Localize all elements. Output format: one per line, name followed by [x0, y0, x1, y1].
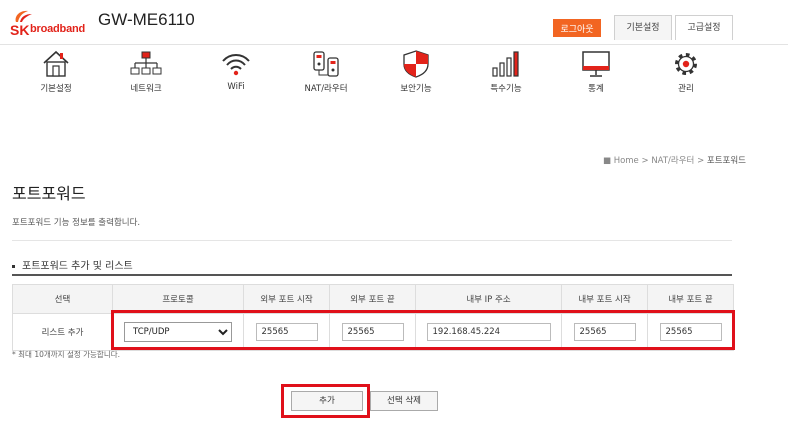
ext-port-end-cell [329, 313, 416, 351]
divider [12, 240, 732, 241]
logout-button[interactable]: 로그아웃 [553, 19, 601, 37]
tab-advanced-settings[interactable]: 고급설정 [675, 15, 733, 40]
header-bar: SK broadband GW-ME6110 로그아웃 기본설정 고급설정 [0, 0, 788, 45]
add-button[interactable]: 추가 [291, 391, 363, 411]
breadcrumb-home[interactable]: Home [614, 156, 639, 166]
section-title-text: 포트포워드 추가 및 리스트 [22, 261, 133, 272]
breadcrumb-separator: > [697, 156, 705, 166]
menu-label: 관리 [678, 84, 694, 94]
delete-selected-button[interactable]: 선택 삭제 [370, 391, 438, 411]
col-header-int-port-start: 내부 포트 시작 [561, 284, 648, 314]
tab-basic-settings[interactable]: 기본설정 [614, 15, 672, 40]
menu-label: 기본설정 [40, 84, 72, 94]
int-port-end-cell [647, 313, 734, 351]
menu-label: 특수기능 [490, 84, 522, 94]
menu-item-wifi[interactable]: WiFi [201, 49, 271, 92]
menu-item-statistics[interactable]: 통계 [561, 49, 631, 94]
menu-item-management[interactable]: 관리 [651, 49, 721, 94]
table-header-row: 선택 프로토콜 외부 포트 시작 외부 포트 끝 내부 IP 주소 내부 포트 … [12, 284, 734, 314]
menu-label: 보안기능 [400, 84, 432, 94]
section-divider [12, 274, 732, 276]
breadcrumb-parent[interactable]: NAT/라우터 [651, 156, 694, 166]
row-label: 리스트 추가 [12, 313, 113, 351]
table-row-add: 리스트 추가 TCP/UDP [12, 313, 734, 351]
int-port-start-cell [561, 313, 648, 351]
menu-item-network[interactable]: 네트워크 [111, 49, 181, 94]
gear-icon [675, 53, 697, 75]
ext-port-end-input[interactable] [341, 323, 404, 341]
nat-router-icon [313, 51, 339, 77]
breadcrumb-current: 포트포워드 [706, 156, 746, 166]
max-entries-note: * 최대 10개까지 설정 가능합니다. [12, 350, 121, 359]
internal-ip-cell [415, 313, 562, 351]
int-port-end-input[interactable] [659, 323, 722, 341]
monitor-icon [582, 51, 610, 77]
menu-label: 통계 [588, 84, 604, 94]
home-icon: ■ [602, 156, 611, 166]
internal-ip-input[interactable] [426, 323, 551, 341]
menu-item-special[interactable]: 특수기능 [471, 49, 541, 94]
bar-chart-icon [492, 51, 519, 77]
sk-broadband-logo[interactable]: SK broadband [10, 8, 90, 38]
page-description: 포트포워드 기능 정보를 출력합니다. [12, 218, 141, 228]
shield-icon [403, 50, 429, 78]
logo-sk-text: SK [10, 22, 30, 38]
ext-port-start-input[interactable] [255, 323, 318, 341]
menu-item-nat-router[interactable]: NAT/라우터 [291, 49, 361, 94]
menu-item-basic-settings[interactable]: 기본설정 [21, 49, 91, 94]
model-name: GW-ME6110 [98, 10, 195, 29]
int-port-start-input[interactable] [573, 323, 636, 341]
page-title: 포트포워드 [12, 184, 86, 203]
wifi-icon [222, 54, 250, 76]
col-header-internal-ip: 내부 IP 주소 [415, 284, 562, 314]
protocol-select[interactable]: TCP/UDP [124, 322, 232, 342]
col-header-int-port-end: 내부 포트 끝 [647, 284, 734, 314]
ext-port-start-cell [243, 313, 330, 351]
col-header-select: 선택 [12, 284, 113, 314]
breadcrumb: ■ Home > NAT/라우터 > 포트포워드 [603, 154, 746, 166]
menu-label: 네트워크 [130, 84, 162, 94]
port-forward-table: 선택 프로토콜 외부 포트 시작 외부 포트 끝 내부 IP 주소 내부 포트 … [12, 284, 734, 351]
home-icon [43, 50, 69, 77]
col-header-protocol: 프로토콜 [112, 284, 244, 314]
menu-label: WiFi [227, 82, 245, 92]
network-icon [130, 51, 162, 75]
logo-broadband-text: broadband [30, 23, 86, 35]
breadcrumb-separator: > [641, 156, 649, 166]
bullet-icon [12, 264, 15, 268]
section-title: 포트포워드 추가 및 리스트 [12, 257, 133, 272]
col-header-ext-port-start: 외부 포트 시작 [243, 284, 330, 314]
col-header-ext-port-end: 외부 포트 끝 [329, 284, 416, 314]
menu-label: NAT/라우터 [304, 84, 348, 94]
protocol-cell: TCP/UDP [112, 313, 244, 351]
menu-item-security[interactable]: 보안기능 [381, 49, 451, 94]
main-menu: 기본설정 네트워크 WiFi NAT/라우터 보안기능 특수기능 통계 관리 [0, 45, 788, 105]
